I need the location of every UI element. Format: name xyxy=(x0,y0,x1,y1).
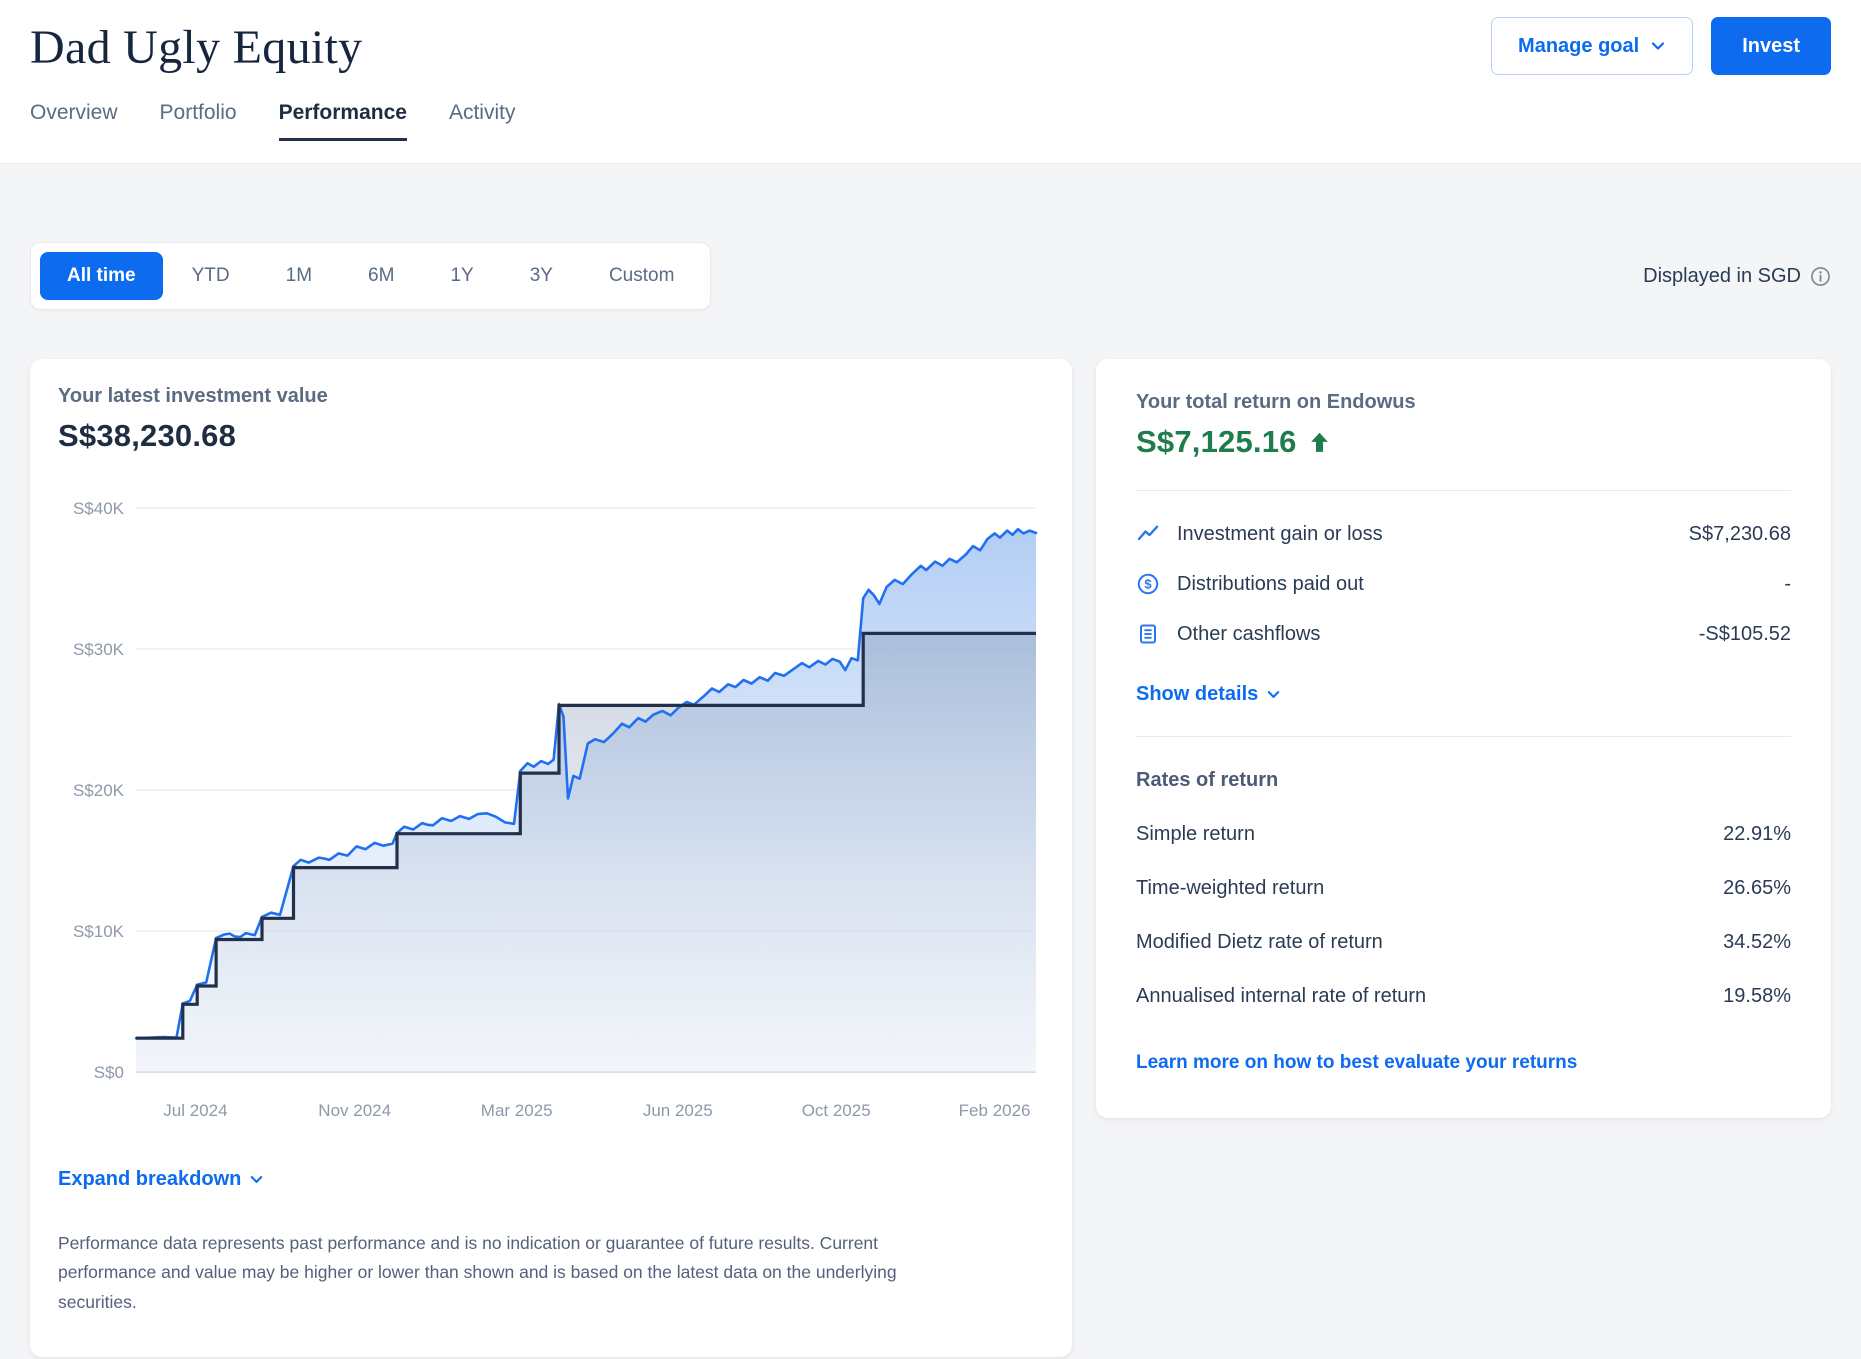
total-return-amount: S$7,125.16 xyxy=(1136,424,1791,460)
invest-button[interactable]: Invest xyxy=(1711,17,1831,75)
investment-value-chart[interactable]: S$40K S$30K S$20K S$10K S$0 Jul 2024 Nov 2024 M… xyxy=(58,480,1044,1128)
investment-value-amount: S$38,230.68 xyxy=(58,418,1044,454)
svg-text:S$20K: S$20K xyxy=(73,781,125,800)
range-ytd[interactable]: YTD xyxy=(165,252,257,300)
manage-goal-button[interactable]: Manage goal xyxy=(1491,17,1693,75)
tab-activity[interactable]: Activity xyxy=(449,101,516,141)
investment-value-card: Your latest investment value S$38,230.68… xyxy=(30,359,1072,1357)
main-content: All time YTD 1M 6M 1Y 3Y Custom Displaye… xyxy=(0,242,1861,1357)
svg-text:Feb 2026: Feb 2026 xyxy=(959,1101,1031,1120)
rate-label: Simple return xyxy=(1136,823,1255,846)
currency-note: Displayed in SGD xyxy=(1643,265,1831,288)
tab-portfolio[interactable]: Portfolio xyxy=(160,101,237,141)
info-icon[interactable] xyxy=(1810,266,1831,287)
svg-text:Nov 2024: Nov 2024 xyxy=(318,1101,391,1120)
show-details-label: Show details xyxy=(1136,683,1258,706)
svg-text:$: $ xyxy=(1144,577,1152,592)
breakdown-label: Investment gain or loss xyxy=(1177,523,1383,546)
svg-text:Jul 2024: Jul 2024 xyxy=(163,1101,227,1120)
chevron-down-icon xyxy=(1266,687,1281,702)
rate-label: Modified Dietz rate of return xyxy=(1136,931,1383,954)
rate-value: 26.65% xyxy=(1723,877,1791,900)
cards-row: Your latest investment value S$38,230.68… xyxy=(30,359,1831,1357)
currency-note-label: Displayed in SGD xyxy=(1643,265,1801,288)
range-1m[interactable]: 1M xyxy=(259,252,339,300)
range-all-time[interactable]: All time xyxy=(40,252,163,300)
page-header: Dad Ugly Equity Manage goal Invest Overv… xyxy=(0,0,1861,164)
tab-bar: Overview Portfolio Performance Activity xyxy=(30,101,1831,141)
rate-row-simple: Simple return 22.91% xyxy=(1136,823,1791,846)
investment-value-label: Your latest investment value xyxy=(58,385,1044,408)
header-actions: Manage goal Invest xyxy=(1491,17,1831,75)
learn-more-link[interactable]: Learn more on how to best evaluate your … xyxy=(1136,1052,1577,1074)
svg-text:Oct 2025: Oct 2025 xyxy=(802,1101,871,1120)
svg-text:Jun 2025: Jun 2025 xyxy=(643,1101,713,1120)
show-details-link[interactable]: Show details xyxy=(1136,683,1281,706)
svg-text:S$0: S$0 xyxy=(94,1063,124,1082)
rate-label: Annualised internal rate of return xyxy=(1136,985,1426,1008)
breakdown-row-distributions: $ Distributions paid out - xyxy=(1136,559,1791,609)
filter-row: All time YTD 1M 6M 1Y 3Y Custom Displaye… xyxy=(30,242,1831,310)
tab-performance[interactable]: Performance xyxy=(279,101,407,141)
dollar-circle-icon: $ xyxy=(1136,572,1160,596)
breakdown-row-gain: Investment gain or loss S$7,230.68 xyxy=(1136,509,1791,559)
time-range-picker: All time YTD 1M 6M 1Y 3Y Custom xyxy=(30,242,711,310)
performance-disclaimer: Performance data represents past perform… xyxy=(58,1229,898,1317)
rate-row-time-weighted: Time-weighted return 26.65% xyxy=(1136,877,1791,900)
svg-text:S$40K: S$40K xyxy=(73,499,125,518)
total-return-card: Your total return on Endowus S$7,125.16 … xyxy=(1096,359,1831,1118)
expand-breakdown-link[interactable]: Expand breakdown xyxy=(58,1168,264,1191)
rate-row-modified-dietz: Modified Dietz rate of return 34.52% xyxy=(1136,931,1791,954)
breakdown-row-cashflows: Other cashflows -S$105.52 xyxy=(1136,609,1791,659)
expand-breakdown-label: Expand breakdown xyxy=(58,1168,241,1191)
rate-value: 22.91% xyxy=(1723,823,1791,846)
rate-row-annualised-irr: Annualised internal rate of return 19.58… xyxy=(1136,985,1791,1008)
chevron-down-icon xyxy=(1650,38,1666,54)
rate-value: 34.52% xyxy=(1723,931,1791,954)
breakdown-label: Distributions paid out xyxy=(1177,573,1364,596)
trend-line-icon xyxy=(1136,522,1160,546)
range-1y[interactable]: 1Y xyxy=(423,252,500,300)
chevron-down-icon xyxy=(249,1172,264,1187)
total-return-label: Your total return on Endowus xyxy=(1136,391,1791,414)
rate-value: 19.58% xyxy=(1723,985,1791,1008)
range-3y[interactable]: 3Y xyxy=(503,252,580,300)
svg-text:S$10K: S$10K xyxy=(73,922,125,941)
range-custom[interactable]: Custom xyxy=(582,252,701,300)
rates-of-return-title: Rates of return xyxy=(1136,769,1791,792)
divider xyxy=(1136,736,1791,737)
tab-overview[interactable]: Overview xyxy=(30,101,118,141)
breakdown-value: S$7,230.68 xyxy=(1689,523,1791,546)
document-icon xyxy=(1136,622,1160,646)
arrow-up-icon xyxy=(1307,430,1332,455)
breakdown-label: Other cashflows xyxy=(1177,623,1320,646)
rate-label: Time-weighted return xyxy=(1136,877,1324,900)
divider xyxy=(1136,490,1791,491)
chart-wrap: S$40K S$30K S$20K S$10K S$0 Jul 2024 Nov 2024 M… xyxy=(58,480,1044,1128)
svg-text:S$30K: S$30K xyxy=(73,640,125,659)
manage-goal-label: Manage goal xyxy=(1518,35,1639,58)
breakdown-value: - xyxy=(1784,573,1791,596)
svg-text:Mar 2025: Mar 2025 xyxy=(481,1101,553,1120)
total-return-value-text: S$7,125.16 xyxy=(1136,424,1297,460)
range-6m[interactable]: 6M xyxy=(341,252,421,300)
breakdown-value: -S$105.52 xyxy=(1699,623,1791,646)
